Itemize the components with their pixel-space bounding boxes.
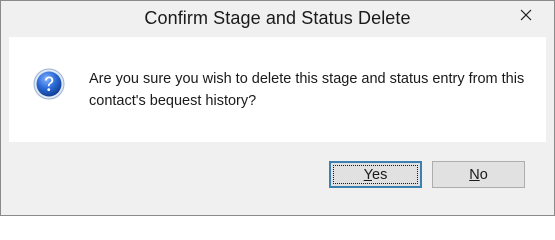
yes-button[interactable]: Yes xyxy=(329,161,422,188)
no-button[interactable]: No xyxy=(432,161,525,188)
no-accelerator: N xyxy=(469,166,480,183)
yes-label: Yes xyxy=(364,167,388,183)
close-button[interactable] xyxy=(504,3,548,27)
close-icon xyxy=(520,9,532,21)
question-icon xyxy=(33,68,65,100)
no-label: No xyxy=(469,167,488,183)
message-area: Are you sure you wish to delete this sta… xyxy=(9,37,546,142)
button-bar: Yes No xyxy=(9,142,546,208)
yes-label-rest: es xyxy=(372,166,388,183)
no-label-rest: o xyxy=(479,166,488,183)
dialog-title: Confirm Stage and Status Delete xyxy=(144,8,411,28)
confirm-dialog: Confirm Stage and Status Delete Are you … xyxy=(0,0,555,216)
confirmation-message: Are you sure you wish to delete this sta… xyxy=(89,71,525,109)
title-bar[interactable]: Confirm Stage and Status Delete xyxy=(1,1,554,37)
yes-accelerator: Y xyxy=(363,166,372,183)
